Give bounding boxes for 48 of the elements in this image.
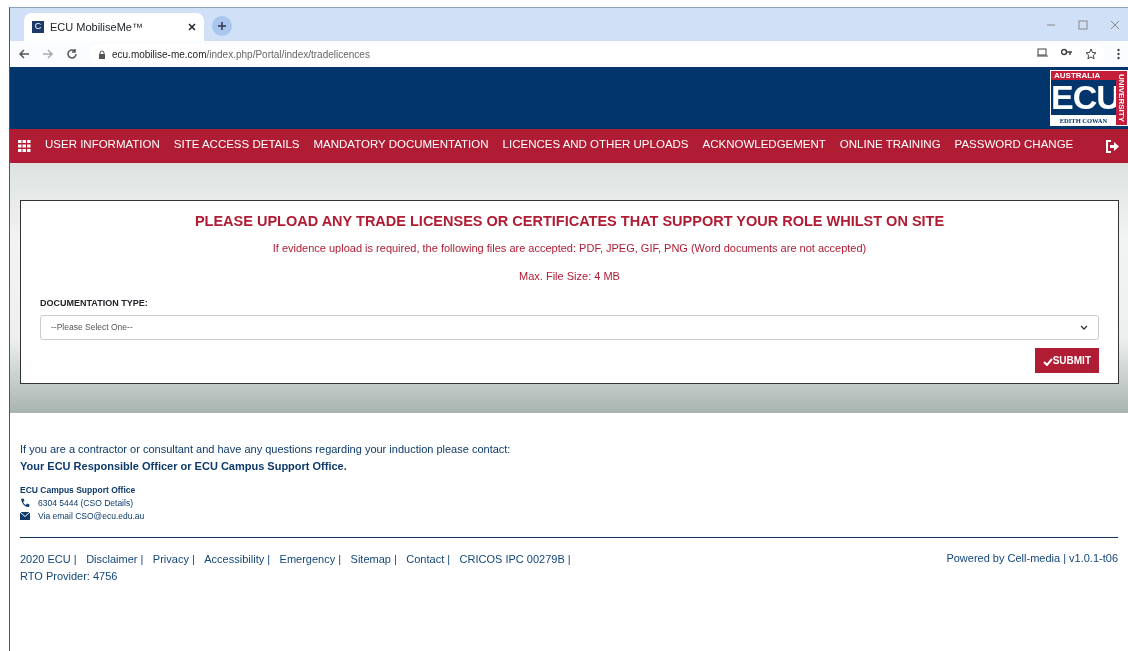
nav-link[interactable]: PASSWORD CHANGE [954,136,1074,156]
nav-link[interactable]: LICENCES AND OTHER UPLOADS [502,136,689,156]
max-file-size-note: Max. File Size: 4 MB [518,269,621,285]
footer-link[interactable]: Emergency | [279,552,342,565]
footer-link[interactable]: Accessibility | [204,552,271,565]
nav-link[interactable]: SITE ACCESS DETAILS [173,136,300,156]
nav-link[interactable]: ACKNOWLEDGEMENT [702,136,826,156]
footer-link[interactable]: Disclaimer | [86,552,144,565]
favicon: C [32,21,44,33]
menu-icon[interactable] [1117,48,1120,60]
close-icon[interactable] [188,23,196,31]
phone-icon [20,498,30,509]
footer-link[interactable]: Privacy | [152,552,195,565]
nav-link[interactable]: ONLINE TRAINING [839,136,941,156]
accepted-files-note: If evidence upload is required, the following files are accepted: PDF, JPEG, GIF, PNG (Word documents are not accepted) [271,240,868,256]
nav-link[interactable]: MANDATORY DOCUMENTATION [313,136,489,156]
address-bar[interactable]: ecu.mobilise-me.com/index.php/Portal/index/tradelicences [90,44,1105,64]
envelope-icon [20,512,30,521]
footer-link[interactable]: Contact | [406,552,451,565]
contact-intro: If you are a contractor or consultant and have any questions regarding your induction please contact: [20,442,512,458]
nav-link[interactable]: USER INFORMATION [45,136,160,156]
grid-menu-icon[interactable] [18,140,31,152]
new-tab-button[interactable] [212,16,232,36]
footer-link[interactable]: 2020 ECU | [20,552,77,565]
phone-number: 6304 5444 (CSO Details) [38,497,133,510]
plus-icon [217,21,227,31]
logout-icon[interactable] [1105,139,1120,153]
rto-provider: RTO Provider: 4756 [20,569,118,582]
back-icon[interactable] [18,48,30,60]
lock-icon [98,49,106,59]
reload-icon[interactable] [66,48,78,60]
office-name: ECU Campus Support Office [20,484,137,497]
field-label: DOCUMENTATION TYPE: [40,296,149,310]
email-line: Via email CSO@ecu.edu.au [38,509,145,523]
powered-by-text: Powered by Cell-media | v1.0.1-t06 [946,550,1118,566]
star-icon[interactable] [1085,48,1097,60]
footer-link[interactable]: Sitemap | [350,552,397,565]
submit-button[interactable]: SUBMIT [1034,348,1099,374]
browser-tab[interactable]: C ECU MobiliseMe™ [24,13,204,41]
cast-icon[interactable] [1037,48,1049,58]
panel-heading: PLEASE UPLOAD ANY TRADE LICENSES OR CERTIFICATES THAT SUPPORT YOUR ROLE WHILST ON SITE [193,212,946,231]
documentation-type-select[interactable]: --Please Select One-- [40,315,1099,341]
chevron-down-icon [1080,324,1088,331]
key-icon[interactable] [1061,48,1073,56]
check-icon [1042,357,1053,366]
tab-title: ECU MobiliseMe™ [50,19,143,35]
footer-link[interactable]: CRICOS IPC 00279B | [459,552,571,565]
contact-names: Your ECU Responsible Officer or ECU Campus Support Office. [20,458,348,474]
